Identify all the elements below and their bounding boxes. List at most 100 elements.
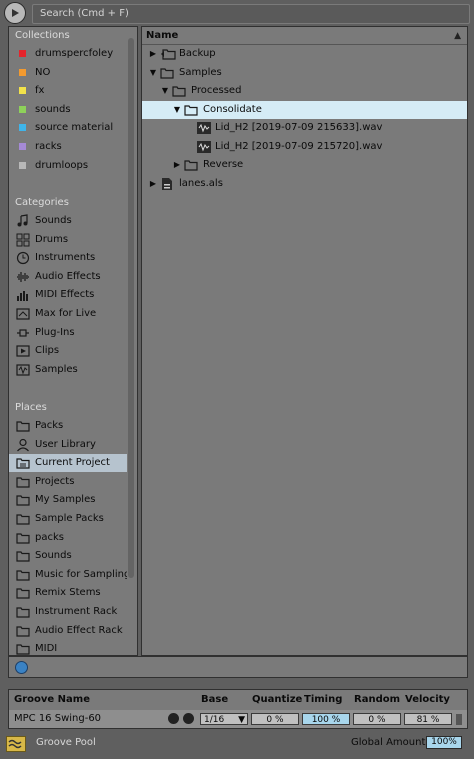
folder-icon (16, 549, 30, 563)
project-icon (16, 456, 30, 470)
expand-arrow-icon[interactable]: ▶ (148, 45, 158, 63)
global-amount-label: Global Amount (351, 737, 426, 748)
browser-sidebar: Collections drumspercfoley NO fx sounds sour… (8, 26, 138, 656)
plug-icon (16, 326, 30, 340)
file-label: Reverse (203, 159, 244, 170)
categories-title: Categories (15, 197, 69, 208)
expand-arrow-icon[interactable]: ▶ (148, 175, 158, 193)
collection-racks[interactable]: racks (9, 138, 127, 156)
category-drums[interactable]: Drums (9, 231, 127, 249)
place-label: My Samples (35, 494, 96, 506)
groove-row[interactable]: MPC 16 Swing-60 1/16 ▼ 0 % 100 % 0 % 81 % (9, 710, 467, 728)
global-amount-field[interactable]: 100% (426, 736, 462, 749)
collection-drumspercfoley[interactable]: drumspercfoley (9, 45, 127, 63)
color-swatch-icon (19, 68, 26, 76)
folder-icon (184, 103, 200, 117)
collection-source-material[interactable]: source material (9, 119, 127, 137)
collapse-arrow-icon[interactable]: ▼ (148, 64, 158, 82)
base-select[interactable]: 1/16 ▼ (200, 713, 248, 725)
place-sounds[interactable]: Sounds (9, 547, 127, 565)
place-label: Instrument Rack (35, 606, 118, 617)
file-row-reverse[interactable]: ▶ Reverse (142, 156, 467, 174)
category-plug-ins[interactable]: Plug-Ins (9, 324, 127, 342)
groove-pool-panel: Groove Name Base Quantize Timing Random … (8, 689, 468, 729)
file-row-consolidate[interactable]: ▼ Consolidate (142, 100, 467, 119)
name-column-label: Name (146, 30, 179, 41)
info-view-icon[interactable] (15, 661, 28, 674)
expand-arrow-icon[interactable]: ▶ (172, 156, 182, 174)
category-max-for-live[interactable]: Max for Live (9, 305, 127, 323)
collection-label: racks (35, 141, 62, 152)
folder-icon (172, 84, 188, 98)
collapse-arrow-icon[interactable]: ▼ (160, 82, 170, 100)
category-instruments[interactable]: Instruments (9, 249, 127, 267)
random-header: Random (354, 694, 401, 705)
groove-name: MPC 16 Swing-60 (14, 713, 102, 724)
place-user-library[interactable]: User Library (9, 436, 127, 454)
category-label: Audio Effects (35, 270, 101, 282)
als-file-icon (160, 177, 176, 191)
groove-pool-toggle-icon[interactable] (6, 736, 26, 752)
place-remix-stems[interactable]: Remix Stems (9, 584, 127, 602)
category-sounds[interactable]: Sounds (9, 212, 127, 230)
folder-icon (16, 475, 30, 489)
wav-file-icon (196, 121, 212, 135)
place-label: Packs (35, 420, 64, 431)
commit-groove-icon[interactable] (183, 713, 194, 724)
category-samples[interactable]: Samples (9, 361, 127, 379)
color-swatch-icon (19, 143, 26, 150)
quantize-field[interactable]: 0 % (251, 713, 299, 725)
category-midi-effects[interactable]: MIDI Effects (9, 286, 127, 304)
place-current-project[interactable]: Current Project (9, 454, 127, 473)
clock-icon (16, 251, 30, 265)
timing-field[interactable]: 100 % (302, 713, 350, 725)
category-clips[interactable]: Clips (9, 342, 127, 360)
file-label: Lid_H2 [2019-07-09 215633].wav (215, 122, 383, 133)
backup-folder-icon (160, 47, 176, 61)
collection-label: drumloops (35, 159, 89, 171)
file-row-lanes-als[interactable]: ▶ lanes.als (142, 175, 467, 193)
collection-drumloops[interactable]: drumloops (9, 157, 127, 175)
category-label: Drums (35, 233, 69, 245)
name-column-header[interactable]: Name ▲ (142, 27, 467, 45)
sidebar-scrollbar[interactable] (128, 38, 134, 578)
base-header: Base (201, 694, 229, 705)
file-label: Backup (179, 48, 216, 59)
place-my-samples[interactable]: My Samples (9, 491, 127, 509)
place-instrument-rack[interactable]: Instrument Rack (9, 603, 127, 621)
file-label: Processed (191, 85, 242, 96)
category-label: Instruments (35, 252, 96, 264)
search-input[interactable]: Search (Cmd + F) (32, 4, 470, 24)
place-packs[interactable]: Packs (9, 417, 127, 435)
folder-icon (16, 493, 30, 507)
groove-scroll-handle[interactable] (456, 714, 462, 725)
place-projects[interactable]: Projects (9, 473, 127, 491)
collection-no[interactable]: NO (9, 64, 127, 82)
collection-sounds[interactable]: sounds (9, 101, 127, 119)
place-label: Remix Stems (35, 587, 101, 599)
place-audio-effect-rack[interactable]: Audio Effect Rack (9, 622, 127, 640)
save-groove-icon[interactable] (168, 713, 179, 724)
max-icon (16, 307, 30, 321)
velocity-field[interactable]: 81 % (404, 713, 452, 725)
places-title: Places (15, 402, 47, 413)
file-row-backup[interactable]: ▶ Backup (142, 45, 467, 63)
browser-toggle-button[interactable] (4, 2, 26, 24)
file-row-processed[interactable]: ▼ Processed (142, 82, 467, 100)
collection-fx[interactable]: fx (9, 82, 127, 100)
place-packs[interactable]: packs (9, 529, 127, 547)
file-row-samples[interactable]: ▼ Samples (142, 64, 467, 82)
midi-bars-icon (16, 288, 30, 302)
file-row-lid-h2-2019-07-09-215633-wav[interactable]: Lid_H2 [2019-07-09 215633].wav (142, 119, 467, 137)
random-field[interactable]: 0 % (353, 713, 401, 725)
file-row-lid-h2-2019-07-09-215720-wav[interactable]: Lid_H2 [2019-07-09 215720].wav (142, 138, 467, 156)
place-sample-packs[interactable]: Sample Packs (9, 510, 127, 528)
file-label: Samples (179, 66, 222, 78)
category-label: Samples (35, 363, 78, 375)
place-music-for-sampling[interactable]: Music for Sampling (9, 566, 127, 584)
groove-name-header: Groove Name (14, 694, 90, 705)
category-label: Clips (35, 345, 60, 357)
category-audio-effects[interactable]: Audio Effects (9, 268, 127, 286)
collection-label: fx (35, 85, 45, 97)
collapse-arrow-icon[interactable]: ▼ (172, 101, 182, 119)
